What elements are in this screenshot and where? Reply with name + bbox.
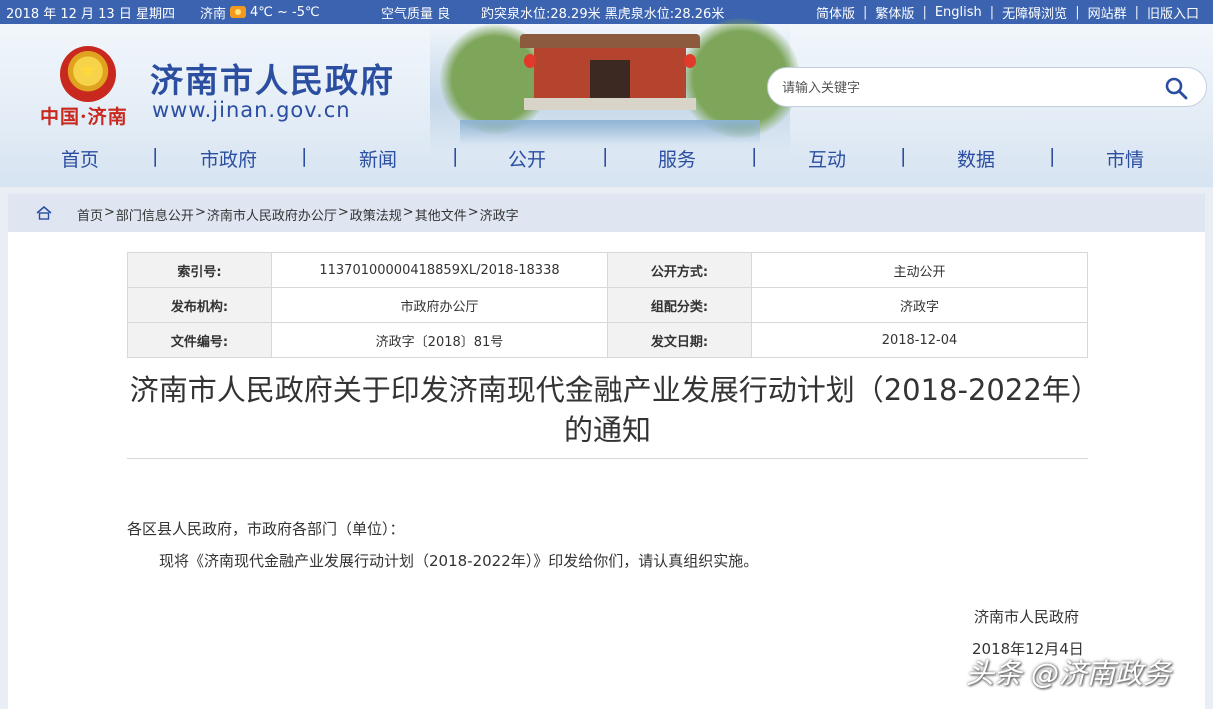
- nav-city-info[interactable]: 市情: [1106, 145, 1144, 172]
- nav-interaction[interactable]: 互动: [808, 145, 846, 172]
- meta-value: 11370100000418859XL/2018-18338: [271, 252, 608, 288]
- nav-news[interactable]: 新闻: [359, 145, 397, 172]
- title-divider: [127, 458, 1088, 459]
- search-input[interactable]: [782, 77, 1142, 99]
- toutiao-watermark: 头条 @济南政务: [966, 657, 1171, 690]
- document-title: 济南市人民政府关于印发济南现代金融产业发展行动计划（2018-2022年）的通知: [129, 373, 1086, 447]
- main-nav: 首页 | 市政府 | 新闻 | 公开 | 服务 | 互动 | 数据 | 市情: [61, 145, 1145, 172]
- breadcrumb-other-docs[interactable]: 其他文件: [415, 205, 467, 224]
- meta-label: 组配分类:: [607, 287, 752, 323]
- national-emblem-icon: [60, 46, 116, 102]
- nav-government[interactable]: 市政府: [200, 145, 257, 172]
- site-url: www.jinan.gov.cn: [152, 98, 351, 122]
- search-icon[interactable]: [1164, 76, 1188, 100]
- table-row: 文件编号: 济政字〔2018〕81号 发文日期: 2018-12-04: [127, 322, 1088, 358]
- breadcrumb-policy[interactable]: 政策法规: [350, 205, 402, 224]
- meta-label: 发文日期:: [607, 322, 752, 358]
- table-row: 发布机构: 市政府办公厅 组配分类: 济政字: [127, 287, 1088, 323]
- site-header: 中国·济南 济南市人民政府 www.jinan.gov.cn 首页 | 市政府 …: [0, 18, 1213, 187]
- sun-icon: [230, 6, 247, 18]
- document-meta-table: 索引号: 11370100000418859XL/2018-18338 公开方式…: [127, 252, 1088, 358]
- document-body: 现将《济南现代金融产业发展行动计划（2018-2022年）》印发给你们，请认真组…: [159, 552, 759, 570]
- link-old-version[interactable]: 旧版入口: [1139, 3, 1207, 22]
- weather-temperature: 4℃ ~ -5℃: [250, 4, 320, 20]
- nav-data[interactable]: 数据: [957, 145, 995, 172]
- meta-value: 济政字: [751, 287, 1088, 323]
- link-accessibility[interactable]: 无障碍浏览: [994, 3, 1075, 22]
- breadcrumb-jizhengzi[interactable]: 济政字: [480, 205, 519, 224]
- weather-widget: 济南 4℃ ~ -5℃: [200, 3, 320, 22]
- nav-home[interactable]: 首页: [61, 145, 99, 172]
- meta-label: 公开方式:: [607, 252, 752, 288]
- link-simplified[interactable]: 简体版: [808, 3, 863, 22]
- breadcrumb-office[interactable]: 济南市人民政府办公厅: [207, 205, 337, 224]
- meta-label: 索引号:: [127, 252, 272, 288]
- meta-value: 2018-12-04: [751, 322, 1088, 358]
- meta-label: 发布机构:: [127, 287, 272, 323]
- top-info-bar: 2018 年 12 月 13 日 星期四 济南 4℃ ~ -5℃ 空气质量 良 …: [0, 0, 1213, 24]
- meta-label: 文件编号:: [127, 322, 272, 358]
- table-row: 索引号: 11370100000418859XL/2018-18338 公开方式…: [127, 252, 1088, 288]
- link-traditional[interactable]: 繁体版: [867, 3, 922, 22]
- top-links: 简体版 | 繁体版 | English | 无障碍浏览 | 网站群 | 旧版入口: [808, 3, 1207, 22]
- home-icon[interactable]: [36, 206, 52, 220]
- document-salutation: 各区县人民政府，市政府各部门（单位）：: [127, 520, 405, 538]
- document-panel: 索引号: 11370100000418859XL/2018-18338 公开方式…: [8, 232, 1205, 709]
- weather-city: 济南: [200, 6, 227, 22]
- link-english[interactable]: English: [927, 5, 990, 20]
- current-date: 2018 年 12 月 13 日 星期四: [6, 6, 175, 22]
- meta-value: 市政府办公厅: [271, 287, 608, 323]
- nav-open-info[interactable]: 公开: [508, 145, 546, 172]
- brand-mark: 中国·济南: [40, 106, 128, 128]
- nav-services[interactable]: 服务: [658, 145, 696, 172]
- link-site-group[interactable]: 网站群: [1080, 3, 1135, 22]
- air-quality: 空气质量 良: [381, 6, 451, 22]
- breadcrumb-dept-info[interactable]: 部门信息公开: [116, 205, 194, 224]
- breadcrumb: 首页 > 部门信息公开 > 济南市人民政府办公厅 > 政策法规 > 其他文件 > 济政字: [8, 194, 1205, 232]
- header-scenery-image: [430, 18, 800, 154]
- document-signer: 济南市人民政府: [974, 608, 1080, 626]
- breadcrumb-home[interactable]: 首页: [77, 205, 103, 224]
- meta-value: 济政字〔2018〕81号: [271, 322, 608, 358]
- spring-water-levels: 趵突泉水位:28.29米 黑虎泉水位:28.26米: [481, 6, 725, 22]
- meta-value: 主动公开: [751, 252, 1088, 288]
- site-title[interactable]: 济南市人民政府: [150, 54, 395, 102]
- search-box: [767, 67, 1207, 107]
